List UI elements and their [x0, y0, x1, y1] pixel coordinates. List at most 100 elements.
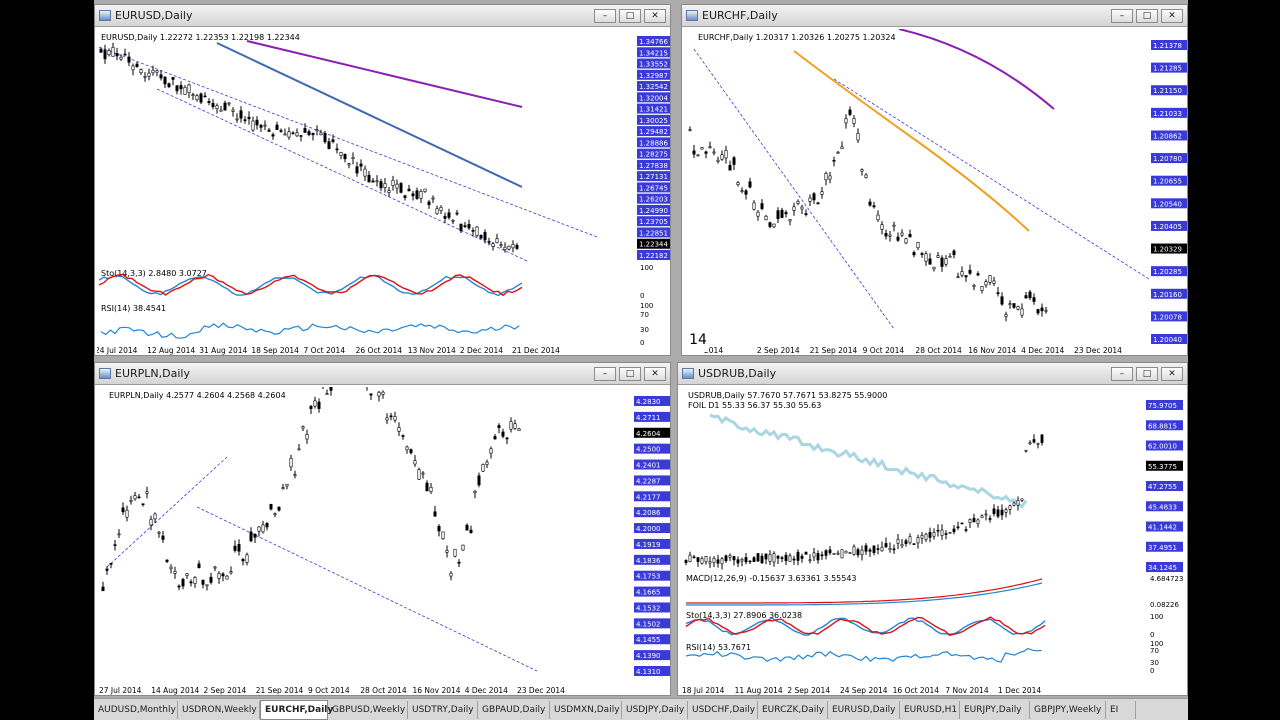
maximize-button[interactable]: □ [1136, 367, 1158, 381]
candle-body [764, 553, 768, 560]
candle-body [501, 431, 505, 437]
minimize-button[interactable]: – [594, 9, 616, 23]
price-label: 1.29482 [639, 128, 668, 136]
chart-tab[interactable]: AUDUSD,Monthly [94, 701, 178, 719]
chart-tab[interactable]: EURCHF,Daily [260, 700, 333, 720]
candle-body [924, 253, 928, 262]
chart-tab[interactable]: GBPUSD,Weekly [328, 701, 408, 719]
window-titlebar[interactable]: EURUSD,Daily – □ ✕ [95, 5, 670, 27]
price-label: 1.21033 [1153, 110, 1182, 118]
price-label: 62.0010 [1148, 443, 1177, 451]
chart-tab[interactable]: EURCZK,Daily [758, 701, 828, 719]
date-label: 9 Oct 2014 [863, 346, 905, 355]
candle-body [213, 566, 217, 569]
minimize-button[interactable]: – [1111, 367, 1133, 381]
candle-body [1032, 439, 1036, 443]
price-label: 1.20160 [1153, 291, 1182, 299]
candle-body [768, 554, 772, 562]
candle-body [325, 393, 329, 395]
chart-tab[interactable]: USDRON,Weekly [178, 701, 260, 719]
maximize-button[interactable]: □ [619, 9, 641, 23]
candle-body [437, 525, 441, 532]
chart-tab[interactable]: EURJPY,Daily [960, 701, 1030, 719]
eurpln-chart-canvas[interactable]: EURPLN,Daily 4.2577 4.2604 4.2568 4.2604… [97, 363, 670, 695]
price-chart[interactable]: USDRUB,Daily 57.7670 57.7671 53.8275 55.… [680, 387, 1187, 695]
maximize-button[interactable]: □ [1136, 9, 1158, 23]
candle-body [225, 575, 229, 580]
eurusd-chart-canvas[interactable]: EURUSD,Daily 1.22272 1.22353 1.22198 1.2… [95, 29, 670, 355]
price-label: 1.34766 [639, 38, 668, 46]
price-chart[interactable]: EURPLN,Daily 4.2577 4.2604 4.2568 4.2604… [97, 363, 670, 695]
chart-tab[interactable]: GBPJPY,Weekly [1030, 701, 1106, 719]
date-label: 21 Sep 2014 [256, 686, 304, 695]
price-label: 4.2287 [636, 477, 661, 485]
candle-body [732, 556, 736, 561]
candle-body [433, 511, 437, 517]
candle-body [159, 74, 163, 79]
chart-window-usdrub[interactable]: USDRUB,Daily – □ ✕ USDRUB,Daily 57.7670 … [677, 362, 1188, 696]
close-button[interactable]: ✕ [1161, 367, 1183, 381]
cursor-badge: 14 [687, 328, 709, 352]
minimize-button[interactable]: – [594, 367, 616, 381]
candle-body [756, 553, 760, 562]
candle-body [792, 206, 796, 211]
candle-body [315, 129, 319, 132]
window-titlebar[interactable]: EURPLN,Daily – □ ✕ [95, 363, 670, 385]
candle-body [984, 513, 988, 516]
chart-tab[interactable]: GBPAUD,Daily [478, 701, 550, 719]
window-titlebar[interactable]: USDRUB,Daily – □ ✕ [678, 363, 1187, 385]
candle-body [832, 159, 836, 162]
chart-tab[interactable]: EI [1106, 701, 1136, 719]
close-button[interactable]: ✕ [644, 367, 666, 381]
candle-body [445, 550, 449, 553]
price-chart[interactable]: EURUSD,Daily 1.22272 1.22353 1.22198 1.2… [95, 29, 670, 355]
candle-body [449, 572, 453, 577]
candle-body [988, 275, 992, 283]
price-label: 1.22344 [639, 241, 668, 249]
chart-tab[interactable]: USDMXN,Daily [550, 701, 622, 719]
eurchf-chart-canvas[interactable]: EURCHF,Daily 1.20317 1.20326 1.20275 1.2… [684, 28, 1187, 355]
candle-body [173, 571, 177, 574]
foil-label: FOIL D1 55.33 56.37 55.30 55.63 [688, 401, 821, 410]
date-label: 7 Nov 2014 [945, 686, 988, 695]
candle-body [808, 197, 812, 202]
price-label: 1.20540 [1153, 200, 1182, 208]
candle-body [692, 150, 696, 155]
maximize-button[interactable]: □ [619, 367, 641, 381]
minimize-button[interactable]: – [1111, 9, 1133, 23]
usdrub-chart-canvas[interactable]: USDRUB,Daily 57.7670 57.7671 53.8275 55.… [680, 387, 1187, 695]
window-titlebar[interactable]: EURCHF,Daily – □ ✕ [682, 5, 1187, 27]
chart-window-eurchf[interactable]: EURCHF,Daily – □ ✕ EURCHF,Daily 1.20317 … [681, 4, 1188, 356]
close-button[interactable]: ✕ [1161, 9, 1183, 23]
chart-tab[interactable]: EURUSD,Daily [828, 701, 900, 719]
date-label: 11 Aug 2014 [735, 686, 783, 695]
date-label: 18 Sep 2014 [251, 346, 299, 355]
candle-body [359, 163, 363, 167]
candle-body [860, 169, 864, 172]
rsi-scale-0: 0 [1150, 667, 1154, 675]
chart-tab[interactable]: USDCHF,Daily [688, 701, 758, 719]
candle-body [960, 522, 964, 525]
price-chart[interactable]: EURCHF,Daily 1.20317 1.20326 1.20275 1.2… [684, 28, 1187, 355]
candle-body [243, 119, 247, 121]
chart-tab[interactable]: USDTRY,Daily [408, 701, 478, 719]
candle-body [439, 207, 443, 211]
window-title: EURPLN,Daily [115, 367, 190, 380]
candle-body [265, 523, 269, 528]
candle-body [447, 212, 451, 218]
chart-tab[interactable]: USDJPY,Daily [622, 701, 688, 719]
candle-body [876, 214, 880, 221]
candle-body [381, 391, 385, 395]
chart-header: EURUSD,Daily 1.22272 1.22353 1.22198 1.2… [101, 33, 300, 42]
chart-window-eurusd[interactable]: EURUSD,Daily – □ ✕ EURUSD,Daily 1.22272 … [94, 4, 671, 356]
close-button[interactable]: ✕ [644, 9, 666, 23]
chart-window-eurpln[interactable]: EURPLN,Daily – □ ✕ EURPLN,Daily 4.2577 4… [94, 362, 671, 696]
sto-label: Sto(14,3,3) 27.8906 36.0238 [686, 611, 802, 620]
candle-body [169, 566, 173, 570]
candle-body [1016, 500, 1020, 506]
chart-tab[interactable]: EURUSD,H1 [900, 701, 960, 719]
candle-body [417, 469, 421, 480]
window-title: EURCHF,Daily [702, 9, 778, 22]
candle-body [133, 495, 137, 500]
price-label: 1.28886 [639, 139, 668, 147]
